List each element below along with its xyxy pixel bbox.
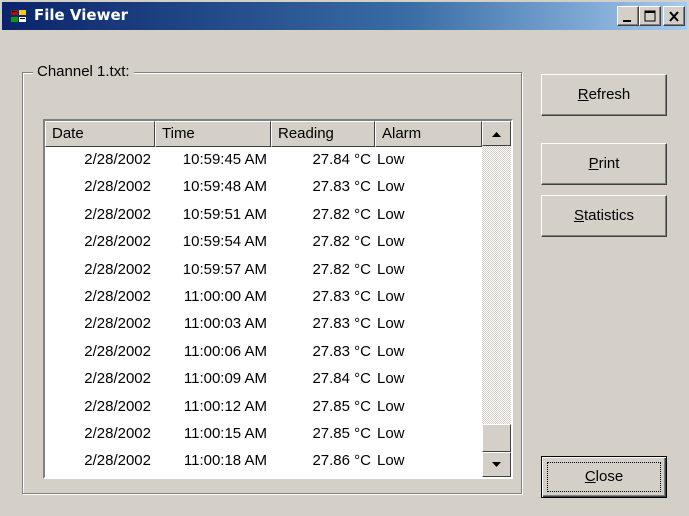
vertical-scrollbar[interactable]	[482, 121, 511, 477]
minimize-icon	[623, 20, 631, 22]
table-row[interactable]: 2/28/2002 11:00:09 AM 27.84 °C Low	[45, 368, 482, 390]
cell-reading: 27.83 °C	[312, 342, 371, 360]
table-row[interactable]: 2/28/2002 11:00:06 AM 27.83 °C Low	[45, 341, 482, 363]
cell-alarm: Low	[377, 452, 405, 470]
cell-alarm: Low	[377, 397, 405, 415]
refresh-accelerator: R	[577, 86, 589, 103]
maximize-button[interactable]	[639, 6, 661, 26]
cell-date: 2/28/2002	[84, 452, 151, 470]
cell-alarm: Low	[377, 288, 405, 305]
cell-alarm: Low	[377, 370, 405, 388]
column-header-reading[interactable]: Reading	[271, 121, 375, 147]
cell-date: 2/28/2002	[84, 315, 151, 333]
cell-reading: 27.82 °C	[312, 260, 371, 278]
cell-alarm: Low	[377, 233, 405, 251]
cell-date: 2/28/2002	[84, 288, 151, 305]
close-button[interactable]: Close	[541, 456, 667, 498]
table-row[interactable]: 2/28/2002 11:00:00 AM 27.83 °C Low	[45, 286, 482, 308]
cell-time: 10:59:48 AM	[182, 178, 267, 196]
maximize-icon	[644, 10, 656, 22]
cell-date: 2/28/2002	[84, 233, 151, 251]
list-header: Date Time Reading Alarm	[45, 121, 482, 147]
close-label: lose	[595, 468, 624, 485]
cell-date: 2/28/2002	[84, 342, 151, 360]
title-bar[interactable]: File Viewer	[2, 2, 687, 30]
cell-reading: 27.83 °C	[312, 315, 371, 333]
cell-date: 2/28/2002	[84, 425, 151, 442]
cell-reading: 27.83 °C	[312, 288, 371, 305]
statistics-accelerator: S	[573, 207, 584, 224]
cell-reading: 27.84 °C	[312, 151, 371, 168]
table-row[interactable]: 2/28/2002 10:59:48 AM 27.83 °C Low	[45, 176, 482, 198]
cell-alarm: Low	[377, 315, 405, 333]
table-row[interactable]: 2/28/2002 10:59:51 AM 27.82 °C Low	[45, 204, 482, 226]
print-accelerator: P	[588, 155, 599, 172]
cell-time: 11:00:12 AM	[183, 397, 267, 415]
cell-reading: 27.85 °C	[312, 397, 371, 415]
close-window-button[interactable]	[663, 6, 685, 26]
cell-alarm: Low	[377, 342, 405, 360]
cell-alarm: Low	[377, 205, 405, 223]
cell-alarm: Low	[377, 178, 405, 196]
cell-date: 2/28/2002	[84, 178, 151, 196]
cell-alarm: Low	[377, 425, 405, 442]
cell-date: 2/28/2002	[84, 397, 151, 415]
cell-time: 10:59:57 AM	[182, 260, 267, 278]
scroll-thumb[interactable]	[482, 424, 511, 452]
table-row[interactable]: 2/28/2002 11:00:12 AM 27.85 °C Low	[45, 396, 482, 418]
minimize-button[interactable]	[617, 6, 639, 26]
window-title: File Viewer	[34, 6, 129, 24]
table-row[interactable]: 2/28/2002 11:00:15 AM 27.85 °C Low	[45, 423, 482, 445]
arrow-down-icon	[492, 462, 501, 467]
cell-reading: 27.86 °C	[312, 452, 371, 470]
cell-time: 11:00:03 AM	[183, 315, 267, 333]
cell-time: 11:00:09 AM	[183, 370, 267, 388]
refresh-label: efresh	[588, 86, 631, 103]
column-header-date[interactable]: Date	[45, 121, 155, 147]
close-icon	[669, 11, 679, 22]
cell-time: 10:59:54 AM	[182, 233, 267, 251]
print-button[interactable]: Print	[541, 143, 667, 185]
statistics-button[interactable]: Statistics	[541, 195, 667, 237]
cell-alarm: Low	[377, 151, 405, 168]
table-row[interactable]: 2/28/2002 11:00:03 AM 27.83 °C Low	[45, 313, 482, 335]
scroll-up-button[interactable]	[482, 121, 511, 146]
cell-time: 10:59:51 AM	[182, 205, 267, 223]
cell-date: 2/28/2002	[84, 151, 151, 168]
cell-date: 2/28/2002	[84, 370, 151, 388]
column-header-time[interactable]: Time	[155, 121, 271, 147]
cell-time: 10:59:45 AM	[182, 151, 267, 168]
app-icon	[11, 10, 26, 22]
cell-reading: 27.84 °C	[312, 370, 371, 388]
cell-date: 2/28/2002	[84, 205, 151, 223]
table-row[interactable]: 2/28/2002 10:59:57 AM 27.82 °C Low	[45, 259, 482, 281]
print-label: rint	[598, 155, 620, 172]
cell-date: 2/28/2002	[84, 260, 151, 278]
table-row[interactable]: 2/28/2002 10:59:54 AM 27.82 °C Low	[45, 231, 482, 253]
readings-list[interactable]: Date Time Reading Alarm 2/28/2002 10:59:4…	[43, 119, 513, 479]
scroll-down-button[interactable]	[482, 452, 511, 477]
table-row[interactable]: 2/28/2002 10:59:45 AM 27.84 °C Low	[45, 149, 482, 171]
close-accelerator: C	[584, 468, 596, 485]
readings-list-body: Date Time Reading Alarm 2/28/2002 10:59:4…	[45, 121, 482, 477]
cell-reading: 27.85 °C	[312, 425, 371, 442]
cell-time: 11:00:06 AM	[183, 342, 267, 360]
arrow-up-icon	[492, 132, 501, 137]
refresh-button[interactable]: Refresh	[541, 74, 667, 116]
cell-reading: 27.82 °C	[312, 205, 371, 223]
file-viewer-window: File Viewer Channel 1.txt: Date Time Rea…	[0, 0, 689, 516]
cell-time: 11:00:18 AM	[183, 452, 267, 470]
table-row[interactable]: 2/28/2002 11:00:18 AM 27.86 °C Low	[45, 450, 482, 472]
cell-alarm: Low	[377, 260, 405, 278]
cell-time: 11:00:15 AM	[183, 425, 267, 442]
column-header-alarm[interactable]: Alarm	[375, 121, 482, 147]
cell-reading: 27.83 °C	[312, 178, 371, 196]
cell-time: 11:00:00 AM	[183, 288, 267, 305]
group-label: Channel 1.txt:	[33, 64, 134, 80]
statistics-label: tatistics	[584, 207, 635, 224]
cell-reading: 27.82 °C	[312, 233, 371, 251]
